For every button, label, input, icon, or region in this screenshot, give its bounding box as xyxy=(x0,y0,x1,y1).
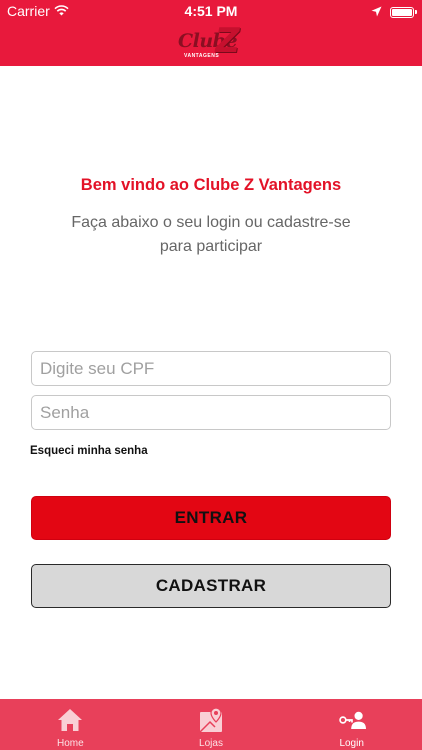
battery-icon xyxy=(390,6,417,18)
enter-button[interactable]: ENTRAR xyxy=(31,496,391,540)
welcome-subtitle: Faça abaixo o seu login ou cadastre-se p… xyxy=(71,214,351,255)
app-header: Carrier 4:51 PM Clube Z VANTAGENS xyxy=(0,0,422,66)
logo-subtext: VANTAGENS xyxy=(184,53,220,59)
map-icon xyxy=(197,707,225,733)
tab-lojas-label: Lojas xyxy=(199,738,223,749)
tab-bar: Home Lojas Login xyxy=(0,699,422,750)
tab-login[interactable]: Login xyxy=(281,699,422,750)
password-input[interactable] xyxy=(31,395,391,430)
location-arrow-icon xyxy=(371,4,382,20)
register-button[interactable]: CADASTRAR xyxy=(31,564,391,608)
user-key-icon xyxy=(338,707,366,733)
home-icon xyxy=(56,707,84,733)
tab-login-label: Login xyxy=(339,738,364,749)
clube-z-logo: Clube Z VANTAGENS xyxy=(178,21,244,64)
status-time: 4:51 PM xyxy=(184,3,238,19)
tab-home-label: Home xyxy=(56,738,84,749)
cpf-input[interactable] xyxy=(31,351,391,386)
forgot-password-link[interactable]: Esqueci minha senha xyxy=(30,445,148,457)
status-bar: Carrier 4:51 PM xyxy=(0,0,422,22)
tab-home[interactable]: Home xyxy=(0,699,141,750)
tab-lojas[interactable]: Lojas xyxy=(141,699,282,750)
status-right xyxy=(371,4,417,20)
welcome-title: Bem vindo ao Clube Z Vantagens xyxy=(80,176,342,194)
